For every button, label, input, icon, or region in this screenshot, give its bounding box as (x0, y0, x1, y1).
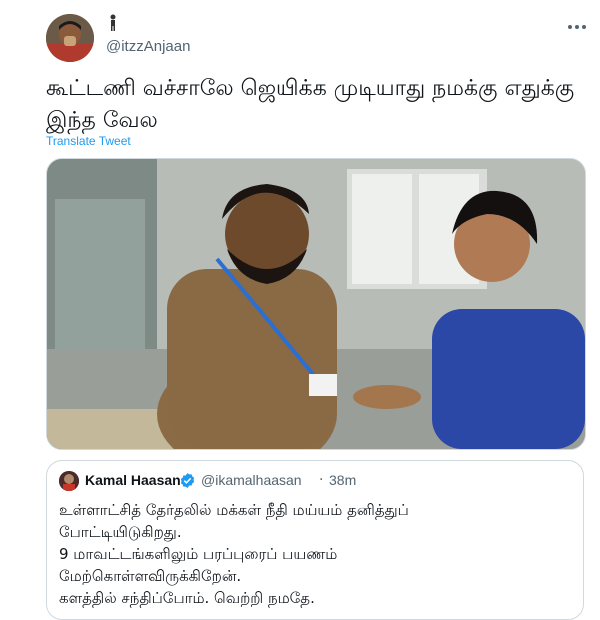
quoted-author-name[interactable]: Kamal Haasan (85, 472, 181, 488)
more-options-button[interactable] (562, 12, 592, 42)
verified-badge-icon (179, 472, 196, 493)
quoted-text-line: உள்ளாட்சித் தேர்தலில் மக்கள் நீதி மய்யம்… (59, 501, 409, 519)
media-image (47, 159, 585, 449)
quoted-tweet[interactable]: Kamal Haasan @ikamalhaasan · 38m உள்ளாட்… (46, 460, 584, 620)
quoted-text-line: மேற்கொள்ளவிருக்கிறேன். (59, 567, 242, 585)
tweet-text: கூட்டணி வச்சாலே ஜெயிக்க முடியாது நமக்கு … (46, 76, 575, 133)
tweet-media[interactable] (46, 158, 586, 450)
separator-dot: · (319, 472, 324, 488)
quoted-tweet-text: உள்ளாட்சித் தேர்தலில் மக்கள் நீதி மய்யம்… (59, 499, 569, 609)
quoted-text-line: போட்டியிடுகிறது. (59, 523, 182, 541)
more-horizontal-icon (568, 25, 586, 29)
quoted-author-avatar[interactable] (59, 471, 79, 491)
translate-tweet-link[interactable]: Translate Tweet (46, 134, 131, 148)
person-icon (108, 14, 118, 36)
author-avatar[interactable] (46, 14, 94, 62)
quoted-text-line: களத்தில் சந்திப்போம். வெற்றி நமதே. (59, 589, 315, 607)
quoted-timestamp[interactable]: 38m (329, 472, 356, 488)
author-handle[interactable]: @itzzAnjaan (106, 38, 190, 55)
quoted-author-handle[interactable]: @ikamalhaasan (201, 472, 302, 488)
quoted-text-line: 9 மாவட்டங்களிலும் பரப்புரைப் பயணம் (59, 545, 338, 563)
